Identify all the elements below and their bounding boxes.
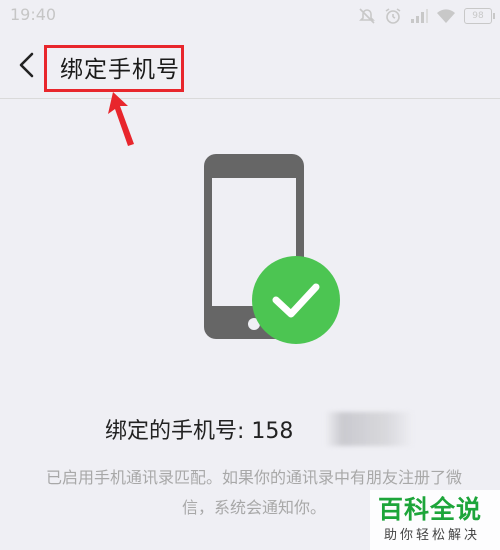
battery-level: 98: [472, 11, 484, 21]
battery-icon: 98: [464, 8, 495, 24]
status-time: 19:40: [10, 5, 57, 24]
phone-bound-illustration: [204, 154, 340, 344]
annotation-highlight-box: [44, 45, 184, 92]
status-bar: 19:40 98: [0, 0, 500, 32]
back-button[interactable]: [12, 48, 42, 82]
watermark-logo: 百科全说 助你轻松解决: [370, 490, 500, 550]
watermark-subtitle: 助你轻松解决: [384, 528, 481, 543]
mute-icon: [359, 8, 375, 24]
status-icons: 98: [358, 6, 495, 26]
signal-icon: [411, 9, 428, 23]
back-arrow-icon: [19, 52, 34, 78]
annotation-arrow: [108, 92, 134, 146]
watermark-title: 百科全说: [378, 495, 483, 524]
bound-phone-label: 绑定的手机号: 158: [105, 419, 294, 444]
checkmark-icon: [252, 256, 340, 344]
alarm-icon: [385, 8, 401, 24]
wifi-icon: [437, 9, 455, 23]
redacted-number: [325, 412, 413, 446]
